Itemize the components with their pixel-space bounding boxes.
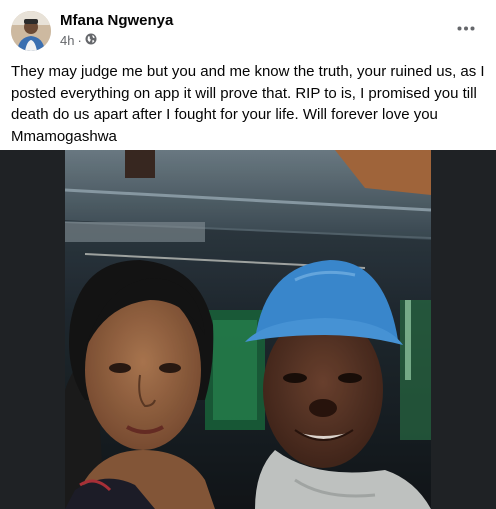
globe-icon xyxy=(85,33,97,48)
post-header: Mfana Ngwenya 4h · xyxy=(0,0,496,56)
author-name[interactable]: Mfana Ngwenya xyxy=(60,12,173,29)
avatar-image xyxy=(11,11,51,51)
more-options-button[interactable] xyxy=(454,18,478,38)
more-horizontal-icon xyxy=(457,26,475,30)
post-photo-container[interactable] xyxy=(0,150,496,509)
author-avatar[interactable] xyxy=(11,11,51,51)
post-photo xyxy=(65,150,431,509)
post-meta: 4h · xyxy=(60,33,97,48)
post-text: They may judge me but you and me know th… xyxy=(11,63,485,145)
meta-separator: · xyxy=(77,33,82,48)
post-time[interactable]: 4h xyxy=(60,33,74,48)
